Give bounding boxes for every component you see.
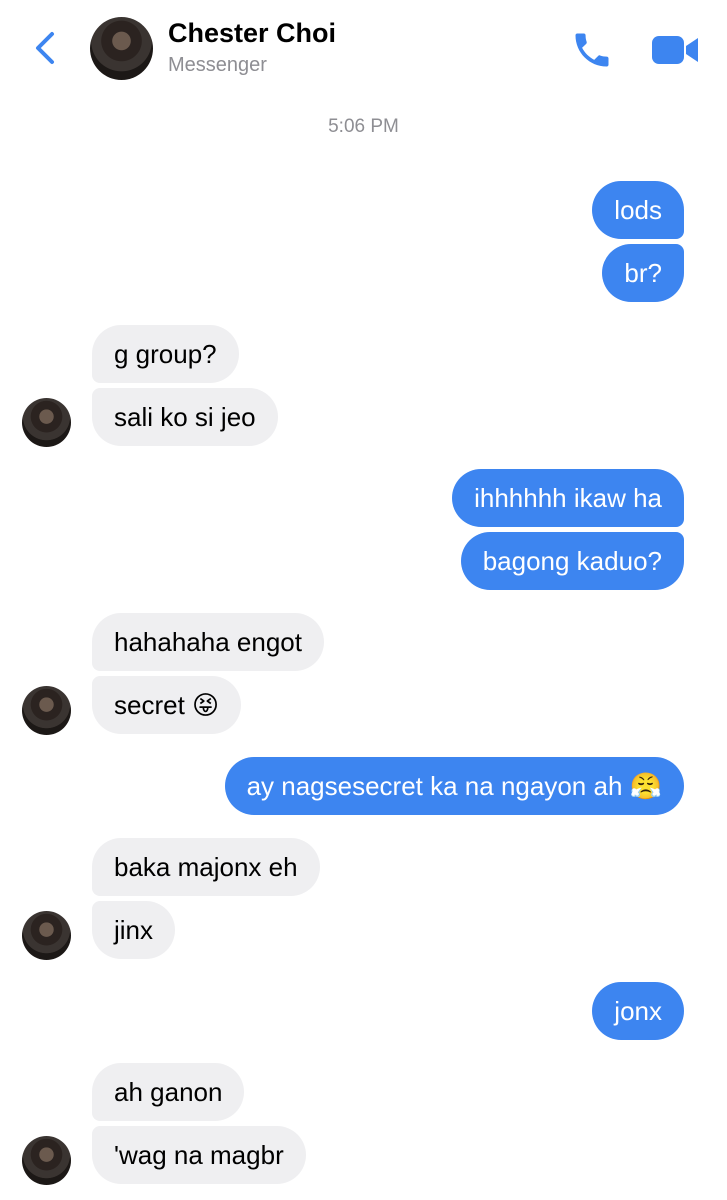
sent-message[interactable]: br? (602, 244, 684, 302)
contact-avatar-small[interactable] (22, 686, 71, 735)
sent-message[interactable]: bagong kaduo? (460, 532, 684, 590)
sent-message[interactable]: jonx (592, 982, 684, 1040)
received-message[interactable]: ah ganon (92, 1063, 245, 1121)
contact-subtitle: Messenger (168, 54, 267, 76)
conversation-header: Chester Choi Messenger (0, 0, 727, 100)
phone-icon[interactable] (570, 28, 614, 72)
received-message[interactable]: jinx (92, 901, 176, 959)
sent-message[interactable]: ay nagsesecret ka na ngayon ah 😤 (224, 757, 684, 815)
contact-avatar[interactable] (90, 17, 153, 80)
received-message[interactable]: hahahaha engot (92, 613, 324, 671)
sent-message[interactable]: ihhhhhh ikaw ha (452, 469, 684, 527)
back-icon[interactable] (28, 28, 64, 68)
contact-avatar-small[interactable] (22, 1136, 71, 1185)
received-message[interactable]: baka majonx eh (92, 838, 320, 896)
video-camera-icon[interactable] (650, 32, 700, 68)
contact-name[interactable]: Chester Choi (168, 18, 336, 49)
message-timestamp: 5:06 PM (328, 116, 399, 137)
contact-avatar-small[interactable] (22, 398, 71, 447)
contact-avatar-small[interactable] (22, 911, 71, 960)
received-message[interactable]: g group? (92, 325, 239, 383)
received-message[interactable]: 'wag na magbr (92, 1126, 306, 1184)
sent-message[interactable]: lods (592, 181, 684, 239)
received-message[interactable]: secret 😝 (92, 676, 242, 734)
received-message[interactable]: sali ko si jeo (92, 388, 278, 446)
